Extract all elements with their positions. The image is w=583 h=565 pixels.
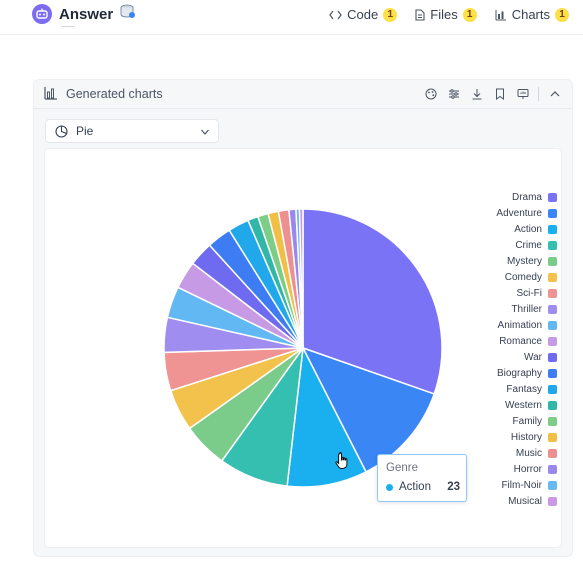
tab-code-label: Code (347, 7, 379, 22)
legend-swatch (548, 352, 557, 362)
legend-swatch (548, 496, 557, 506)
legend-item-adventure[interactable]: Adventure (447, 205, 557, 221)
legend-swatch (548, 400, 557, 410)
tab-charts[interactable]: Charts 1 (495, 7, 569, 22)
bookmark-icon[interactable] (491, 85, 509, 103)
legend-item-romance[interactable]: Romance (447, 333, 557, 349)
bar-chart-icon (495, 9, 507, 21)
tooltip-color-dot (386, 483, 393, 491)
legend-item-comedy[interactable]: Comedy (447, 269, 557, 285)
legend-swatch (548, 240, 557, 250)
legend-item-drama[interactable]: Drama (447, 189, 557, 205)
chart-type-label: Pie (76, 124, 94, 138)
legend-swatch (548, 304, 557, 314)
legend-item-mystery[interactable]: Mystery (447, 253, 557, 269)
present-icon[interactable] (514, 85, 532, 103)
legend-label: Romance (499, 335, 542, 347)
divider (538, 87, 539, 101)
legend-swatch (548, 480, 557, 490)
panel-header: Generated charts (34, 80, 572, 109)
hand-cursor-icon (335, 451, 351, 476)
legend-label: Biography (496, 367, 542, 379)
legend-item-history[interactable]: History (447, 429, 557, 445)
chart-card: Drama Adventure Action Crime Mystery Comedy Sc… (44, 148, 562, 548)
legend-label: Action (514, 223, 542, 235)
legend-swatch (548, 272, 557, 282)
legend-label: Mystery (507, 255, 542, 267)
legend-swatch (548, 320, 557, 330)
legend-item-war[interactable]: War (447, 349, 557, 365)
legend-swatch (548, 464, 557, 474)
legend-label: Thriller (511, 303, 542, 315)
legend-label: Adventure (496, 207, 542, 219)
legend-label: Animation (497, 319, 542, 331)
tab-code[interactable]: Code 1 (329, 7, 398, 22)
tab-charts-label: Charts (511, 7, 550, 22)
legend-label: Fantasy (506, 383, 542, 395)
tooltip-series: Action (399, 481, 431, 493)
collapse-icon[interactable] (546, 85, 564, 103)
file-icon (415, 8, 425, 21)
legend-label: Drama (511, 191, 542, 203)
sliders-icon[interactable] (445, 85, 463, 103)
legend-swatch (548, 288, 557, 298)
legend-swatch (548, 384, 557, 394)
database-icon (119, 4, 136, 24)
legend-label: Comedy (504, 271, 542, 283)
charts-count-badge: 1 (555, 7, 569, 22)
legend-swatch (548, 208, 557, 218)
legend-item-family[interactable]: Family (447, 413, 557, 429)
truncated-text-remnant (62, 26, 74, 31)
legend-swatch (548, 368, 557, 378)
chart-type-select[interactable]: Pie (45, 119, 219, 143)
answer-title: Answer (59, 5, 114, 23)
bar-chart-icon (44, 86, 58, 105)
palette-icon[interactable] (422, 85, 440, 103)
tab-files[interactable]: Files 1 (415, 7, 477, 22)
legend-item-sci-fi[interactable]: Sci-Fi (447, 285, 557, 301)
code-icon (329, 10, 342, 20)
pie-icon (55, 124, 68, 138)
brand: Answer (32, 4, 136, 24)
panel-title: Generated charts (66, 87, 163, 101)
legend-swatch (548, 336, 557, 346)
result-tabs: Code 1 Files 1 Charts 1 (311, 7, 569, 22)
generated-charts-panel: Generated charts Pie Drama Adventure Actio… (33, 79, 573, 557)
legend-item-crime[interactable]: Crime (447, 237, 557, 253)
legend-label: Musical (508, 495, 542, 507)
legend-item-thriller[interactable]: Thriller (447, 301, 557, 317)
chart-tooltip: Genre Action 23 (377, 454, 467, 502)
legend-label: Crime (515, 239, 542, 251)
legend-label: History (510, 431, 542, 443)
tab-files-label: Files (430, 7, 458, 22)
legend-label: Horror (513, 463, 542, 475)
legend-label: Family (512, 415, 542, 427)
tooltip-value: 23 (447, 481, 460, 493)
tooltip-title: Genre (386, 462, 418, 474)
code-count-badge: 1 (383, 7, 398, 22)
legend-swatch (548, 224, 557, 234)
legend-swatch (548, 416, 557, 426)
top-bar: Answer Code 1 Files 1 Charts 1 (0, 0, 583, 35)
legend-label: Western (504, 399, 542, 411)
legend-label: War (524, 351, 542, 363)
legend-item-action[interactable]: Action (447, 221, 557, 237)
legend-swatch (548, 448, 557, 458)
legend-swatch (548, 432, 557, 442)
download-icon[interactable] (468, 85, 486, 103)
chevron-down-icon (200, 124, 210, 142)
legend-swatch (548, 256, 557, 266)
legend-label: Sci-Fi (516, 287, 542, 299)
panel-actions (417, 85, 564, 103)
tooltip-row: Action 23 (386, 481, 460, 493)
robot-icon (32, 4, 52, 24)
legend-label: Music (515, 447, 542, 459)
legend-item-western[interactable]: Western (447, 397, 557, 413)
legend-swatch (548, 192, 557, 202)
legend-item-animation[interactable]: Animation (447, 317, 557, 333)
legend-label: Film-Noir (501, 479, 542, 491)
files-count-badge: 1 (462, 7, 477, 22)
legend-item-fantasy[interactable]: Fantasy (447, 381, 557, 397)
legend-item-biography[interactable]: Biography (447, 365, 557, 381)
